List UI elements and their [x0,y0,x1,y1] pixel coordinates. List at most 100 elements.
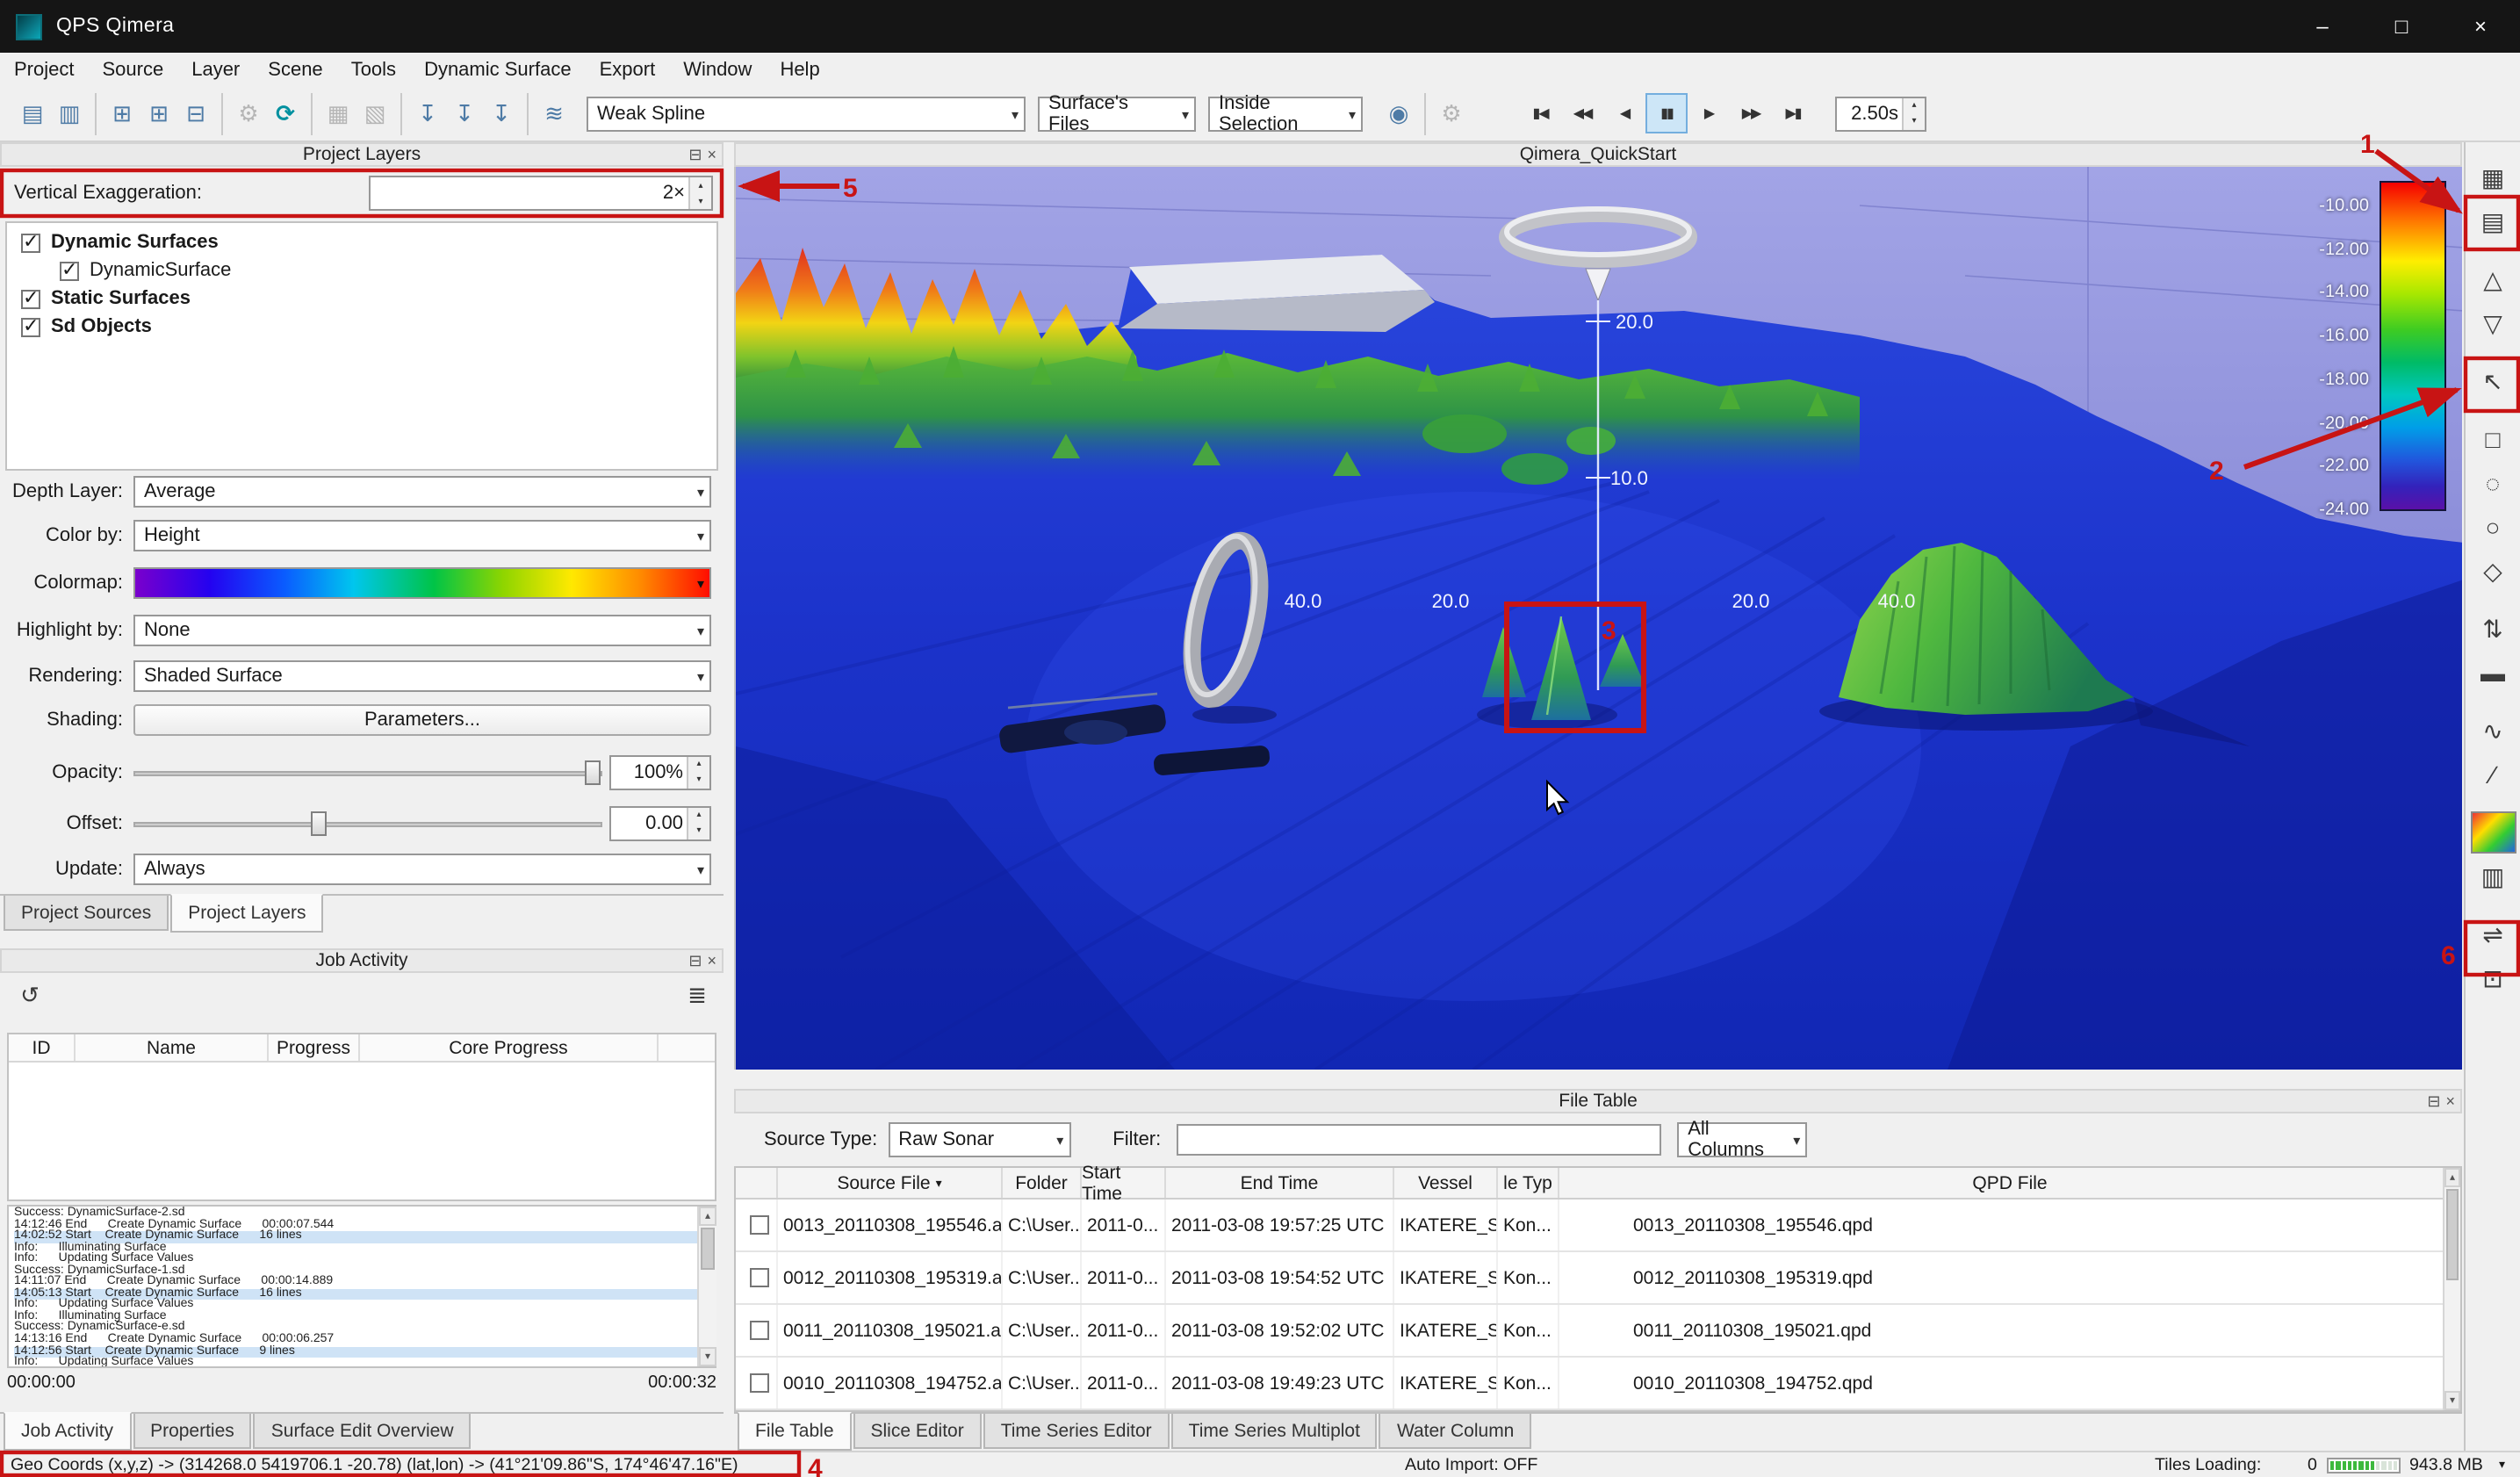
color-surface-icon[interactable] [2470,811,2516,854]
chevron-down-icon[interactable]: ▾ [2499,1458,2505,1472]
project-layers-header[interactable]: Project Layers ⊟ × [0,142,724,167]
minimize-button[interactable]: – [2283,0,2362,53]
skip-end-button[interactable]: ▶▮ [1772,93,1814,133]
menu-item[interactable]: Export [586,53,670,86]
checkbox-icon[interactable] [21,233,40,252]
water-column-tool-icon[interactable]: ≋ [536,92,572,134]
log-scrollbar[interactable]: ▴ ▾ [697,1207,716,1366]
dock-float-icon[interactable]: ⊟ [688,952,702,971]
spin-down-icon[interactable]: ▾ [690,193,711,209]
close-button[interactable]: × [2441,0,2520,53]
auto-process-gear-icon[interactable]: ⚙ [230,92,267,134]
spline-mode-select[interactable]: Weak Spline ▾ [587,96,1026,131]
spin-up-icon[interactable]: ▴ [1904,97,1925,113]
dock-close-icon[interactable]: × [707,952,716,971]
grid-tool-icon[interactable]: ▦ [320,92,356,134]
tab-time-series-multiplot[interactable]: Time Series Multiplot [1171,1414,1378,1449]
column-id[interactable]: ID [9,1034,76,1061]
add-processed-points-icon[interactable]: ⊞ [140,92,177,134]
skip-start-button[interactable]: ▮◀ [1519,93,1561,133]
row-checkbox[interactable] [749,1215,768,1235]
filter-input[interactable] [1177,1124,1661,1156]
dock-close-icon[interactable]: × [2445,1092,2455,1112]
offset-spinner[interactable]: 0.00 ▴ ▾ [609,805,711,840]
scroll-down-icon[interactable]: ▾ [2444,1391,2460,1410]
column-folder[interactable]: Folder [1003,1168,1082,1198]
slope-filter-icon[interactable]: ◉ [1380,92,1417,134]
opacity-slider-handle[interactable] [585,760,601,784]
selection-scope-select[interactable]: Inside Selection ▾ [1208,96,1363,131]
scroll-up-icon[interactable]: ▴ [699,1207,716,1226]
colormap-select[interactable]: ▾ [133,566,711,598]
checkbox-icon[interactable] [21,289,40,308]
file-table-header[interactable]: File Table ⊟ × [734,1089,2462,1113]
sounding-filter-icon[interactable]: ↧ [483,92,520,134]
menu-item[interactable]: Layer [177,53,254,86]
tree-item[interactable]: Static Surfaces [7,285,716,313]
tab-time-series-editor[interactable]: Time Series Editor [983,1414,1170,1449]
circle-select-icon[interactable]: ○ [2470,506,2516,548]
tab-surface-edit-overview[interactable]: Surface Edit Overview [254,1414,472,1449]
opacity-spinner[interactable]: 100% ▴ ▾ [609,754,711,789]
eraser-tool-icon[interactable]: ▬ [2470,652,2516,694]
row-checkbox[interactable] [749,1321,768,1340]
tab-job-activity[interactable]: Job Activity [4,1412,131,1451]
menu-item[interactable]: Tools [337,53,410,86]
column-end-time[interactable]: End Time [1166,1168,1394,1198]
opacity-slider[interactable] [133,756,602,788]
column-name[interactable]: Name [76,1034,269,1061]
tab-properties[interactable]: Properties [133,1414,252,1449]
column-core-progress[interactable]: Core Progress [360,1034,659,1061]
file-table-scrollbar[interactable]: ▴ ▾ [2443,1168,2460,1410]
column-file-type[interactable]: le Typ [1498,1168,1559,1198]
spin-down-icon[interactable]: ▾ [688,823,709,839]
maximize-button[interactable]: □ [2362,0,2441,53]
tab-file-table[interactable]: File Table [738,1412,852,1451]
highlight-by-select[interactable]: None ▾ [133,614,711,645]
column-qpd-file[interactable]: QPD File [1559,1168,2460,1198]
checkbox-icon[interactable] [21,317,40,336]
layers-view-icon[interactable]: ▤ [2470,200,2516,242]
column-progress[interactable]: Progress [269,1034,360,1061]
color-by-select[interactable]: Height ▾ [133,519,711,551]
sounding-flag-icon[interactable]: ↧ [409,92,446,134]
wireframe-grid-icon[interactable]: ▥ [2470,855,2516,897]
tab-slice-editor[interactable]: Slice Editor [853,1414,982,1449]
dock-float-icon[interactable]: ⊟ [2427,1092,2440,1112]
lasso-select-icon[interactable]: ◌ [2470,462,2516,504]
plan-view-grid-icon[interactable]: ▦ [2470,156,2516,198]
pointer-tool-icon[interactable]: ↖ [2470,360,2516,402]
job-activity-header[interactable]: Job Activity ⊟ × [0,948,724,973]
menu-item[interactable]: Dynamic Surface [410,53,586,86]
offset-slider[interactable] [133,807,602,839]
job-log[interactable]: Success: DynamicSurface-2.sd14:12:46 End… [7,1205,716,1368]
column-vessel[interactable]: Vessel [1394,1168,1498,1198]
tab-project-layers[interactable]: Project Layers [170,894,323,933]
depth-layer-select[interactable]: Average ▾ [133,475,711,507]
file-table-row[interactable]: 0012_20110308_195319.all C:\User... 2011… [736,1252,2460,1305]
sounding-edit-icon[interactable]: ↧ [446,92,483,134]
playback-speed-spinner[interactable]: 2.50s ▴ ▾ [1835,96,1926,131]
new-project-icon[interactable]: ▤ [14,92,51,134]
scroll-down-icon[interactable]: ▾ [699,1347,716,1366]
column-source-file[interactable]: Source File ▾ [778,1168,1003,1198]
surface-transfer-icon[interactable]: ⇅ [2470,608,2516,650]
menu-item[interactable]: Project [0,53,89,86]
checkbox-icon[interactable] [60,261,79,280]
play-button[interactable]: ▶ [1688,93,1730,133]
tree-item[interactable]: DynamicSurface [7,256,716,285]
file-table-row[interactable]: 0013_20110308_195546.all C:\User... 2011… [736,1200,2460,1252]
row-checkbox[interactable] [749,1268,768,1287]
step-back-button[interactable]: ◀ [1603,93,1645,133]
import-data-icon[interactable]: ⊟ [177,92,214,134]
dock-close-icon[interactable]: × [707,146,716,165]
vertical-exaggeration-spinner[interactable]: 2× ▴ ▾ [369,176,713,211]
columns-filter-select[interactable]: All Columns ▾ [1677,1122,1807,1157]
menu-item[interactable]: Source [89,53,178,86]
column-start-time[interactable]: Start Time [1082,1168,1166,1198]
spin-down-icon[interactable]: ▾ [1904,113,1925,129]
fast-forward-button[interactable]: ▶▶ [1730,93,1772,133]
menu-item[interactable]: Scene [254,53,336,86]
surface-tool-icon[interactable]: ▧ [356,92,393,134]
tab-water-column[interactable]: Water Column [1379,1414,1531,1449]
